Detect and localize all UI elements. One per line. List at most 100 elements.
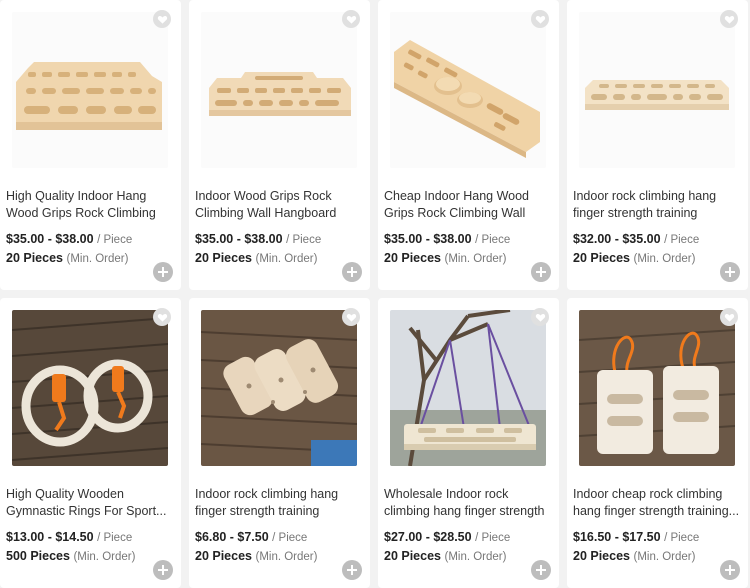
price-range: $35.00 - $38.00 / Piece — [195, 232, 321, 246]
add-button[interactable] — [153, 560, 173, 580]
product-title[interactable]: Cheap Indoor Hang Wood Grips Rock Climbi… — [384, 188, 554, 222]
product-card[interactable]: Cheap Indoor Hang Wood Grips Rock Climbi… — [378, 0, 559, 290]
product-image[interactable] — [579, 12, 735, 168]
min-order: 20 Pieces (Min. Order) — [573, 549, 695, 563]
add-button[interactable] — [720, 262, 740, 282]
favorite-button[interactable] — [720, 10, 738, 28]
product-card[interactable]: High Quality Indoor Hang Wood Grips Rock… — [0, 0, 181, 290]
product-card[interactable]: Wholesale Indoor rock climbing hang fing… — [378, 298, 559, 588]
moq-unit: (Min. Order) — [633, 551, 696, 563]
price-range: $27.00 - $28.50 / Piece — [384, 530, 510, 544]
price-unit: / Piece — [97, 234, 133, 246]
heart-icon — [724, 15, 734, 24]
min-order: 20 Pieces (Min. Order) — [384, 251, 506, 265]
product-image[interactable] — [12, 310, 168, 466]
product-image[interactable] — [12, 12, 168, 168]
moq-unit: (Min. Order) — [633, 253, 696, 265]
price-value: $6.80 - $7.50 — [195, 530, 269, 544]
product-title[interactable]: High Quality Indoor Hang Wood Grips Rock… — [6, 188, 176, 222]
price-unit: / Piece — [664, 532, 700, 544]
min-order: 20 Pieces (Min. Order) — [6, 251, 128, 265]
plus-icon — [536, 267, 546, 277]
product-title[interactable]: Indoor cheap rock climbing hang finger s… — [573, 486, 743, 520]
product-card[interactable]: Indoor rock climbing hang finger strengt… — [567, 0, 748, 290]
add-button[interactable] — [342, 560, 362, 580]
min-order: 20 Pieces (Min. Order) — [384, 549, 506, 563]
price-unit: / Piece — [475, 234, 511, 246]
min-order: 20 Pieces (Min. Order) — [195, 549, 317, 563]
price-unit: / Piece — [97, 532, 133, 544]
product-card[interactable]: Indoor cheap rock climbing hang finger s… — [567, 298, 748, 588]
favorite-button[interactable] — [153, 10, 171, 28]
price-range: $35.00 - $38.00 / Piece — [6, 232, 132, 246]
price-value: $27.00 - $28.50 — [384, 530, 472, 544]
price-range: $32.00 - $35.00 / Piece — [573, 232, 699, 246]
moq-unit: (Min. Order) — [255, 551, 318, 563]
product-title[interactable]: Indoor rock climbing hang finger strengt… — [195, 486, 365, 520]
product-image[interactable] — [390, 310, 546, 466]
price-unit: / Piece — [272, 532, 308, 544]
price-unit: / Piece — [664, 234, 700, 246]
heart-icon — [157, 15, 167, 24]
heart-icon — [535, 313, 545, 322]
plus-icon — [725, 565, 735, 575]
moq-unit: (Min. Order) — [444, 253, 507, 265]
moq-value: 20 Pieces — [573, 549, 630, 563]
min-order: 20 Pieces (Min. Order) — [573, 251, 695, 265]
price-range: $13.00 - $14.50 / Piece — [6, 530, 132, 544]
favorite-button[interactable] — [342, 308, 360, 326]
moq-value: 20 Pieces — [195, 251, 252, 265]
favorite-button[interactable] — [531, 308, 549, 326]
moq-unit: (Min. Order) — [66, 253, 129, 265]
price-range: $16.50 - $17.50 / Piece — [573, 530, 699, 544]
price-unit: / Piece — [286, 234, 322, 246]
moq-value: 20 Pieces — [195, 549, 252, 563]
heart-icon — [724, 313, 734, 322]
product-image[interactable] — [390, 12, 546, 168]
product-card[interactable]: Indoor rock climbing hang finger strengt… — [189, 298, 370, 588]
heart-icon — [157, 313, 167, 322]
product-title[interactable]: High Quality Wooden Gymnastic Rings For … — [6, 486, 176, 520]
favorite-button[interactable] — [720, 308, 738, 326]
plus-icon — [536, 565, 546, 575]
product-title[interactable]: Indoor rock climbing hang finger strengt… — [573, 188, 743, 222]
product-title[interactable]: Indoor Wood Grips Rock Climbing Wall Han… — [195, 188, 365, 222]
product-image[interactable] — [579, 310, 735, 466]
favorite-button[interactable] — [531, 10, 549, 28]
add-button[interactable] — [720, 560, 740, 580]
heart-icon — [346, 313, 356, 322]
heart-icon — [346, 15, 356, 24]
moq-unit: (Min. Order) — [255, 253, 318, 265]
product-image[interactable] — [201, 12, 357, 168]
product-image[interactable] — [201, 310, 357, 466]
favorite-button[interactable] — [342, 10, 360, 28]
favorite-button[interactable] — [153, 308, 171, 326]
moq-value: 20 Pieces — [384, 549, 441, 563]
price-value: $16.50 - $17.50 — [573, 530, 661, 544]
min-order: 20 Pieces (Min. Order) — [195, 251, 317, 265]
min-order: 500 Pieces (Min. Order) — [6, 549, 135, 563]
plus-icon — [158, 565, 168, 575]
plus-icon — [347, 267, 357, 277]
moq-value: 20 Pieces — [573, 251, 630, 265]
moq-value: 500 Pieces — [6, 549, 70, 563]
product-title[interactable]: Wholesale Indoor rock climbing hang fing… — [384, 486, 554, 520]
price-value: $32.00 - $35.00 — [573, 232, 661, 246]
price-value: $35.00 - $38.00 — [195, 232, 283, 246]
price-unit: / Piece — [475, 532, 511, 544]
heart-icon — [535, 15, 545, 24]
plus-icon — [158, 267, 168, 277]
add-button[interactable] — [531, 560, 551, 580]
add-button[interactable] — [153, 262, 173, 282]
add-button[interactable] — [531, 262, 551, 282]
price-value: $13.00 - $14.50 — [6, 530, 94, 544]
moq-value: 20 Pieces — [384, 251, 441, 265]
plus-icon — [347, 565, 357, 575]
price-value: $35.00 - $38.00 — [384, 232, 472, 246]
product-card[interactable]: Indoor Wood Grips Rock Climbing Wall Han… — [189, 0, 370, 290]
product-card[interactable]: High Quality Wooden Gymnastic Rings For … — [0, 298, 181, 588]
add-button[interactable] — [342, 262, 362, 282]
moq-unit: (Min. Order) — [444, 551, 507, 563]
price-range: $6.80 - $7.50 / Piece — [195, 530, 307, 544]
plus-icon — [725, 267, 735, 277]
